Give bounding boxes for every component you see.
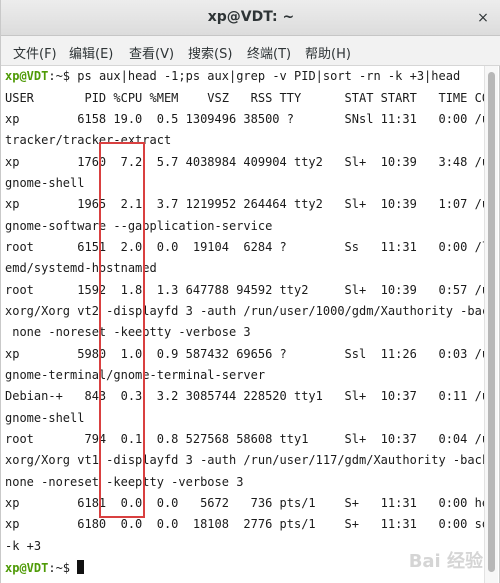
- output-line: xp 5980 1.0 0.9 587432 69656 ? Ssl 11:26…: [5, 347, 485, 361]
- vertical-scrollbar[interactable]: [484, 66, 498, 583]
- prompt-path: :~$: [48, 561, 78, 575]
- terminal-window: xp@VDT: ~ × 文件(F) 编辑(E) 查看(V) 搜索(S) 终端(T…: [0, 0, 500, 583]
- cpu-column-highlight: [99, 142, 145, 518]
- output-line: Debian-+ 843 0.3 3.2 3085744 228520 tty1…: [5, 389, 485, 403]
- watermark-logo: Bai 经验: [408, 551, 483, 572]
- command-line: xp@VDT:~$ ps aux|head -1;ps aux|grep -v …: [5, 66, 460, 87]
- output-line: xp 1760 7.2 5.7 4038984 409904 tty2 Sl+ …: [5, 155, 485, 169]
- title-bar: xp@VDT: ~ ×: [1, 0, 500, 36]
- output-line: gnome-shell: [5, 176, 85, 190]
- output-line: xp 6181 0.0 0.0 5672 736 pts/1 S+ 11:31 …: [5, 496, 485, 510]
- prompt-path: :~$: [48, 69, 78, 83]
- output-line: xorg/Xorg vt2 -displayfd 3 -auth /run/us…: [5, 304, 485, 318]
- output-line: tracker/tracker-extract: [5, 133, 172, 147]
- output-line: xp 1965 2.1 3.7 1219952 264464 tty2 Sl+ …: [5, 197, 485, 211]
- output-line: -k +3: [5, 539, 42, 553]
- menu-help[interactable]: 帮助(H): [305, 43, 351, 62]
- output-line: root 6151 2.0 0.0 19104 6284 ? Ss 11:31 …: [5, 240, 485, 254]
- header-line: USER PID %CPU %MEM VSZ RSS TTY STAT STAR…: [5, 91, 485, 105]
- menu-bar: 文件(F) 编辑(E) 查看(V) 搜索(S) 终端(T) 帮助(H): [1, 36, 500, 66]
- prompt-line: xp@VDT:~$: [5, 558, 85, 579]
- window-title: xp@VDT: ~: [207, 9, 295, 25]
- output-line: xp 6158 19.0 0.5 1309496 38500 ? SNsl 11…: [5, 112, 485, 126]
- prompt-user: xp@VDT: [5, 69, 49, 83]
- close-icon[interactable]: ×: [473, 8, 493, 28]
- output-line: root 794 0.1 0.8 527568 58608 tty1 Sl+ 1…: [5, 432, 485, 446]
- menu-search[interactable]: 搜索(S): [188, 43, 232, 62]
- menu-view[interactable]: 查看(V): [129, 43, 174, 62]
- output-line: xorg/Xorg vt1 -displayfd 3 -auth /run/us…: [5, 453, 485, 467]
- output-line: root 1592 1.8 1.3 647788 94592 tty2 Sl+ …: [5, 283, 485, 297]
- scrollbar-thumb[interactable]: [488, 72, 495, 572]
- output-line: gnome-shell: [5, 411, 85, 425]
- terminal-output[interactable]: xp@VDT:~$ ps aux|head -1;ps aux|grep -v …: [1, 66, 485, 583]
- text-cursor: [77, 560, 85, 574]
- prompt-user: xp@VDT: [5, 561, 49, 575]
- command-text: ps aux|head -1;ps aux|grep -v PID|sort -…: [77, 69, 461, 83]
- menu-file[interactable]: 文件(F): [13, 43, 57, 62]
- output-line: xp 6180 0.0 0.0 18108 2776 pts/1 S+ 11:3…: [5, 517, 485, 531]
- menu-edit[interactable]: 编辑(E): [69, 43, 113, 62]
- menu-terminal[interactable]: 终端(T): [247, 43, 291, 62]
